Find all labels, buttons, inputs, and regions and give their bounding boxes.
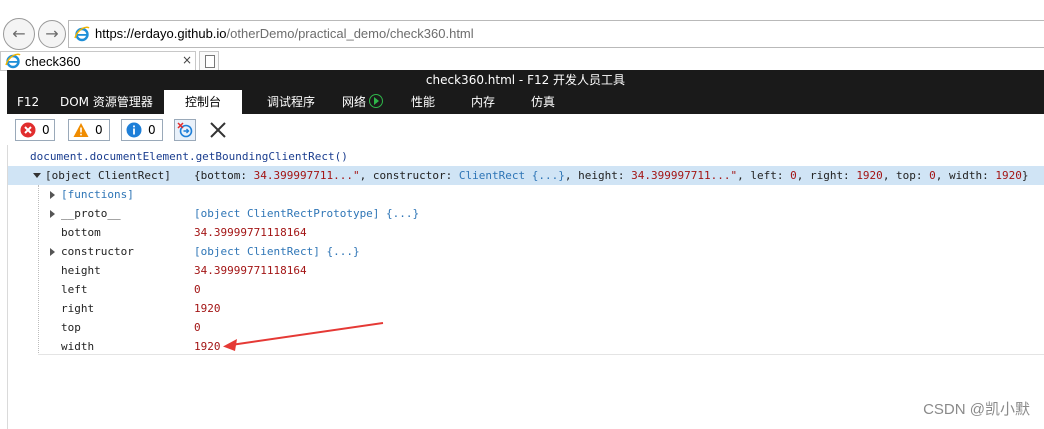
back-button[interactable]: ← xyxy=(3,18,35,50)
tree-row-top: top 0 xyxy=(8,318,1044,337)
expand-arrow-icon[interactable] xyxy=(50,210,55,218)
warning-icon xyxy=(73,123,89,137)
expand-arrow-icon[interactable] xyxy=(50,248,55,256)
new-tab-button[interactable] xyxy=(199,51,219,70)
tree-row-constructor[interactable]: constructor [object ClientRect] {...} xyxy=(8,242,1044,261)
top-value: 0 xyxy=(194,321,201,334)
right-key: right xyxy=(61,302,95,315)
tab-memory[interactable]: 内存 xyxy=(471,90,495,114)
errors-filter-button[interactable]: 0 xyxy=(15,119,55,141)
watermark: CSDN @凯小默 xyxy=(923,401,1030,418)
play-icon xyxy=(369,94,384,108)
constructor-key: constructor xyxy=(61,245,134,258)
result-label: [object ClientRect] xyxy=(45,169,171,182)
height-value: 34.39999771118164 xyxy=(194,264,307,277)
close-icon[interactable] xyxy=(207,119,229,141)
tab-network[interactable]: 网络 xyxy=(342,90,384,114)
top-key: top xyxy=(61,321,81,334)
right-value: 1920 xyxy=(194,302,221,315)
url-path: /otherDemo/practical_demo/check360.html xyxy=(226,26,474,41)
url-field[interactable]: https://erdayo.github.io/otherDemo/pract… xyxy=(68,20,1044,48)
proto-value: [object ClientRectPrototype] {...} xyxy=(194,207,420,220)
tree-row-proto[interactable]: __proto__ [object ClientRectPrototype] {… xyxy=(8,204,1044,223)
tree-row-left: left 0 xyxy=(8,280,1044,299)
tab-console[interactable]: 控制台 xyxy=(164,90,242,114)
left-value: 0 xyxy=(194,283,201,296)
url-host: https://erdayo.github.io xyxy=(95,26,227,41)
warning-count: 0 xyxy=(95,123,103,137)
tab-dom-explorer[interactable]: DOM 资源管理器 xyxy=(60,90,153,114)
height-key: height xyxy=(61,264,101,277)
tab-close-icon[interactable]: × xyxy=(182,53,192,67)
error-count: 0 xyxy=(42,123,50,137)
result-row[interactable]: [object ClientRect] {bottom: 34.39999771… xyxy=(8,166,1044,185)
tab-performance[interactable]: 性能 xyxy=(411,90,435,114)
forward-button[interactable]: → xyxy=(38,20,66,48)
clear-icon xyxy=(177,122,193,138)
tree-row-functions[interactable]: [functions] xyxy=(8,185,1044,204)
tab-strip: check360 × xyxy=(0,51,1044,71)
messages-filter-button[interactable]: 0 xyxy=(121,119,163,141)
tree-row-height: height 34.39999771118164 xyxy=(8,261,1044,280)
console-toolbar: 0 0 0 xyxy=(7,114,1044,146)
constructor-value: [object ClientRect] {...} xyxy=(194,245,360,258)
console-input-echo: document.documentElement.getBoundingClie… xyxy=(30,150,348,163)
clear-console-button[interactable] xyxy=(174,119,196,141)
browser-tab[interactable]: check360 × xyxy=(0,51,196,70)
bottom-key: bottom xyxy=(61,226,101,239)
functions-key: [functions] xyxy=(61,188,134,201)
tree-row-bottom: bottom 34.39999771118164 xyxy=(8,223,1044,242)
annotation-arrow xyxy=(223,322,384,351)
ie-logo-icon xyxy=(5,53,21,69)
back-arrow-icon: ← xyxy=(12,24,26,43)
forward-arrow-icon: → xyxy=(45,24,59,43)
left-key: left xyxy=(61,283,88,296)
console-output: document.documentElement.getBoundingClie… xyxy=(7,145,1044,429)
tab-title: check360 xyxy=(25,54,81,69)
row-separator xyxy=(38,354,1044,355)
tab-debugger[interactable]: 调试程序 xyxy=(267,90,315,114)
devtools-title-bar: check360.html - F12 开发人员工具 xyxy=(7,70,1044,90)
expand-arrow-icon[interactable] xyxy=(50,191,55,199)
devtools-tab-bar: F12 DOM 资源管理器 控制台 调试程序 网络 性能 内存 仿真 xyxy=(7,90,1044,114)
warnings-filter-button[interactable]: 0 xyxy=(68,119,110,141)
info-icon xyxy=(126,122,142,138)
tab-network-label: 网络 xyxy=(342,95,367,109)
proto-key: __proto__ xyxy=(61,207,121,220)
error-icon xyxy=(20,122,36,138)
tab-emulation[interactable]: 仿真 xyxy=(531,90,555,114)
tree-row-right: right 1920 xyxy=(8,299,1044,318)
result-summary: {bottom: 34.399997711...", constructor: … xyxy=(194,169,1029,182)
new-page-icon xyxy=(205,55,215,68)
message-count: 0 xyxy=(148,123,156,137)
devtools-title: check360.html - F12 开发人员工具 xyxy=(425,73,626,87)
tab-f12[interactable]: F12 xyxy=(17,90,39,114)
collapse-arrow-icon[interactable] xyxy=(33,173,41,178)
url-text: https://erdayo.github.io/otherDemo/pract… xyxy=(95,26,474,41)
address-bar-row: ← → https://erdayo.github.io/otherDemo/p… xyxy=(0,16,1044,52)
ie-logo-icon xyxy=(74,26,90,42)
bottom-value: 34.39999771118164 xyxy=(194,226,307,239)
